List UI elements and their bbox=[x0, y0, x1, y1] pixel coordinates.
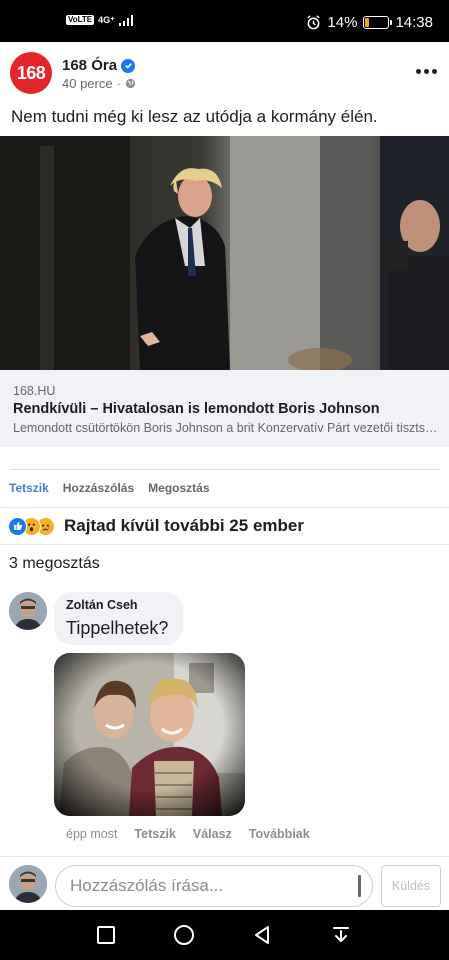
post-meta: 40 perce · bbox=[62, 76, 136, 91]
status-right: 14% 14:38 bbox=[306, 14, 433, 31]
post-photo bbox=[0, 136, 449, 370]
notification-shade-icon[interactable] bbox=[329, 923, 353, 947]
network-type: 4G⁺ bbox=[98, 14, 115, 25]
comment-input[interactable] bbox=[55, 865, 373, 907]
comment-actions: épp most Tetszik Válasz Továbbiak bbox=[66, 827, 310, 841]
comment-time: épp most bbox=[66, 827, 118, 841]
share-button[interactable]: Megosztás bbox=[148, 481, 209, 495]
link-preview[interactable]: 168.HU Rendkívüli – Hivatalosan is lemon… bbox=[0, 370, 449, 447]
comment-like-button[interactable]: Tetszik bbox=[134, 827, 175, 841]
alarm-icon bbox=[307, 15, 320, 30]
commenter-avatar[interactable] bbox=[9, 592, 47, 630]
divider bbox=[10, 469, 440, 470]
like-icon bbox=[8, 516, 27, 536]
comment-image[interactable] bbox=[54, 653, 245, 816]
input-cursor bbox=[358, 875, 361, 897]
battery-fill bbox=[365, 18, 369, 27]
comment-more-button[interactable]: Továbbiak bbox=[249, 827, 310, 841]
comment-photo bbox=[54, 653, 245, 816]
reaction-icons bbox=[8, 516, 55, 536]
reactions-summary[interactable]: Rajtad kívül további 25 ember bbox=[8, 515, 304, 537]
globe-icon bbox=[125, 78, 136, 89]
signal-icon bbox=[118, 15, 133, 26]
post-header: 168 168 Óra 40 perce · bbox=[0, 42, 449, 100]
page-name-row: 168 Óra bbox=[62, 57, 136, 74]
system-nav-bar bbox=[0, 910, 449, 960]
post-text: Nem tudni még ki lesz az utódja a kormán… bbox=[11, 107, 378, 126]
reactions-text: Rajtad kívül további 25 ember bbox=[64, 516, 304, 535]
comment-button[interactable]: Hozzászólás bbox=[63, 481, 134, 495]
comment-author[interactable]: Zoltán Cseh bbox=[66, 598, 138, 612]
page-avatar[interactable]: 168 bbox=[10, 52, 52, 94]
back-icon[interactable] bbox=[250, 923, 274, 947]
recents-icon[interactable] bbox=[94, 923, 118, 947]
post-action-bar: Tetszik Hozzászólás Megosztás bbox=[0, 476, 449, 500]
divider bbox=[0, 507, 449, 508]
post-image[interactable] bbox=[0, 136, 449, 370]
comment-bubble[interactable]: Zoltán Cseh Tippelhetek? bbox=[54, 592, 183, 645]
meta-separator: · bbox=[116, 76, 121, 91]
link-title: Rendkívüli – Hivatalosan is lemondott Bo… bbox=[13, 401, 380, 417]
my-avatar bbox=[9, 865, 47, 903]
battery-percent: 14% bbox=[327, 14, 358, 31]
post-time[interactable]: 40 perce bbox=[62, 76, 113, 91]
divider bbox=[0, 544, 449, 545]
status-bar: VoLTE 4G⁺ 14% 14:38 bbox=[0, 0, 449, 42]
verified-icon bbox=[121, 58, 136, 73]
comment-reply-button[interactable]: Válasz bbox=[193, 827, 232, 841]
volte-badge: VoLTE bbox=[66, 15, 95, 25]
link-description: Lemondott csütörtökön Boris Johnson a br… bbox=[13, 421, 438, 435]
home-icon[interactable] bbox=[172, 923, 196, 947]
like-button[interactable]: Tetszik bbox=[9, 481, 49, 495]
link-domain: 168.HU bbox=[13, 384, 56, 398]
page-name[interactable]: 168 Óra bbox=[62, 57, 117, 74]
comment-composer: Küldés bbox=[0, 856, 449, 910]
more-options-icon[interactable] bbox=[415, 60, 437, 82]
send-button[interactable]: Küldés bbox=[381, 865, 441, 907]
comment-text: Tippelhetek? bbox=[66, 618, 169, 638]
battery-icon bbox=[363, 16, 393, 29]
network-indicators: VoLTE 4G⁺ bbox=[66, 14, 135, 26]
share-count[interactable]: 3 megosztás bbox=[9, 555, 100, 573]
clock: 14:38 bbox=[395, 14, 433, 31]
